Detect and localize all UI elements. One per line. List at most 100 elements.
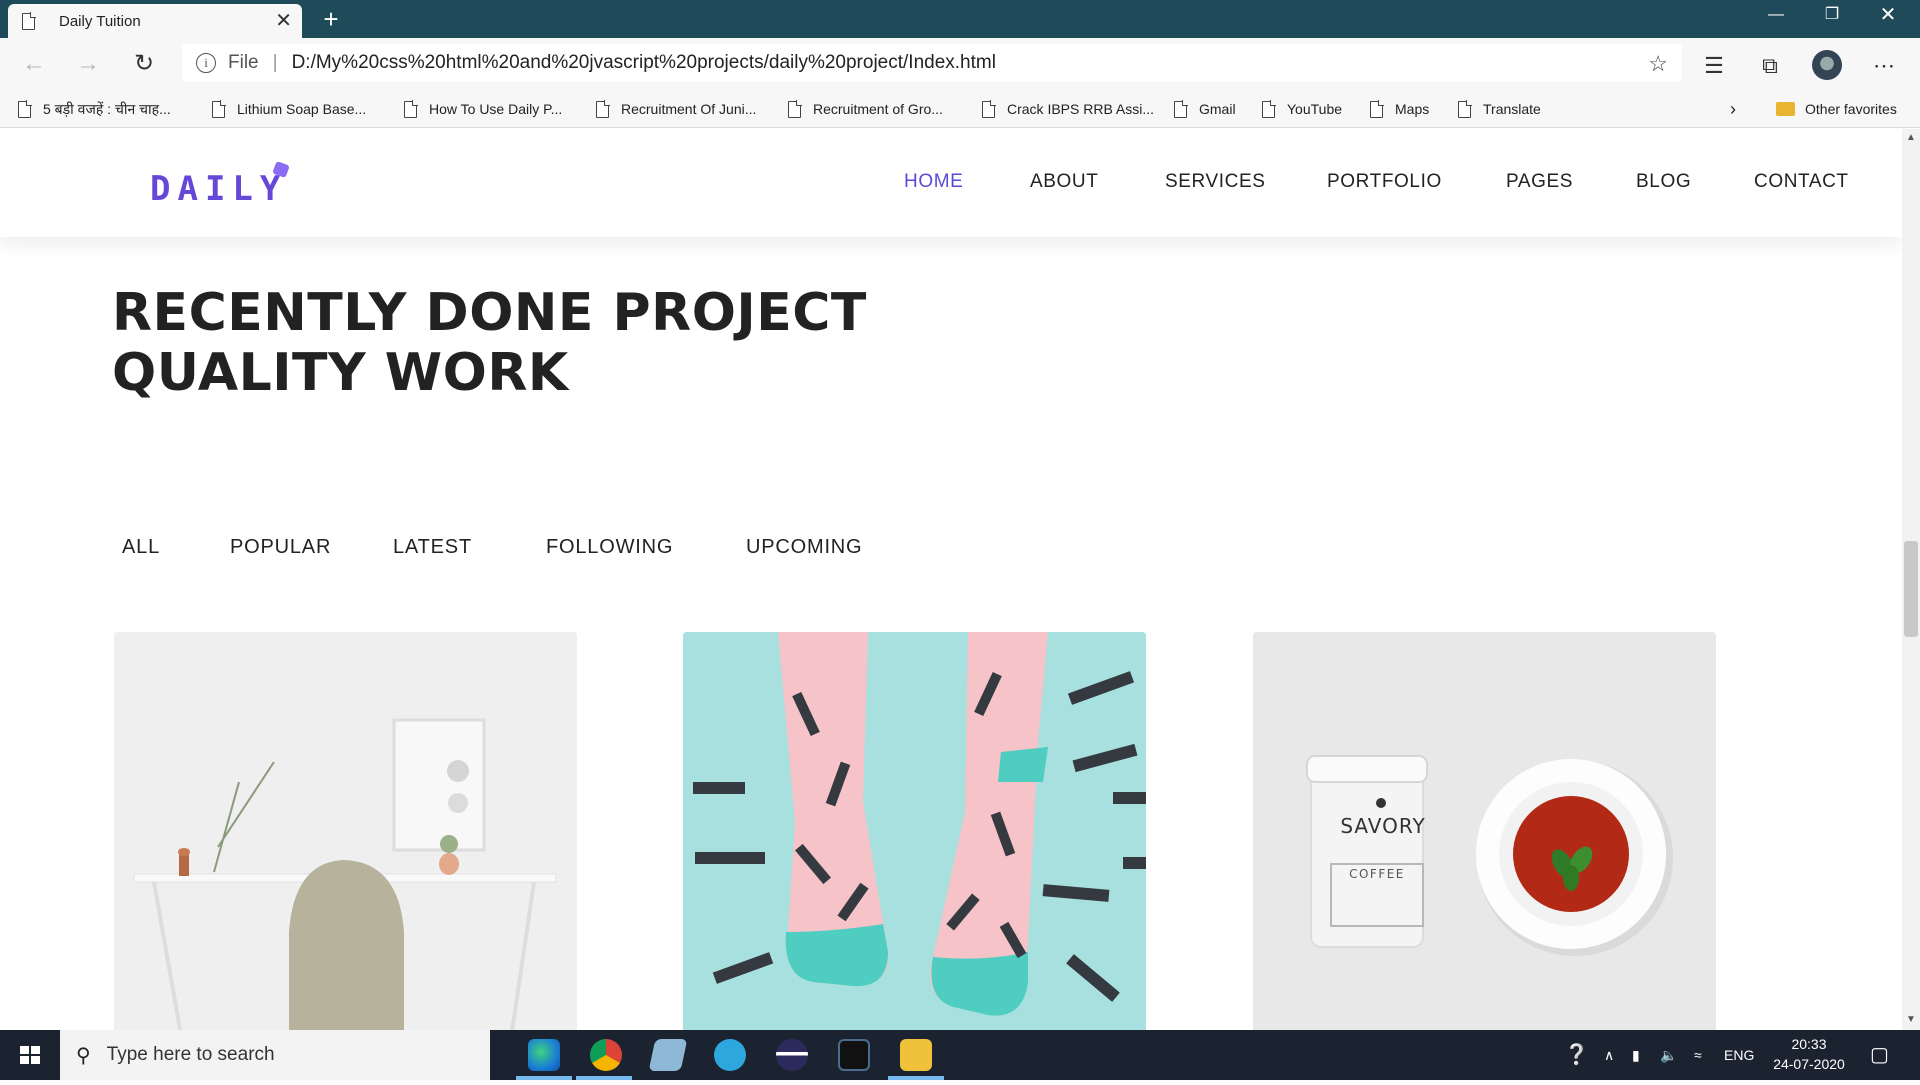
url-scheme: File bbox=[228, 52, 259, 73]
eclipse-icon[interactable] bbox=[776, 1039, 808, 1071]
favorites-list-icon[interactable]: ☰ bbox=[1700, 52, 1728, 80]
battery-icon[interactable]: ▮ bbox=[1632, 1030, 1640, 1080]
page-icon bbox=[1458, 99, 1472, 118]
bookmark-item[interactable]: Crack IBPS RRB Assi... bbox=[982, 90, 1154, 128]
browser-titlebar: Daily Tuition ✕ + — ❐ ✕ bbox=[0, 0, 1920, 38]
heading-line-1: RECENTLY DONE PROJECT bbox=[112, 283, 867, 343]
url-separator: | bbox=[272, 52, 278, 73]
bookmark-label: Gmail bbox=[1199, 101, 1236, 117]
bookmark-item[interactable]: Maps bbox=[1370, 90, 1429, 128]
card-label-text: COFFEE bbox=[1349, 867, 1405, 881]
url-text[interactable]: D:/My%20css%20html%20and%20jvascript%20p… bbox=[292, 52, 996, 74]
bookmark-item[interactable]: Lithium Soap Base... bbox=[212, 90, 366, 128]
active-app-indicator bbox=[576, 1076, 632, 1080]
bookmark-item[interactable]: YouTube bbox=[1262, 90, 1342, 128]
nav-about[interactable]: ABOUT bbox=[1030, 171, 1098, 193]
page-icon bbox=[596, 99, 610, 118]
portfolio-card-socks[interactable] bbox=[683, 632, 1146, 1030]
taskbar-search-box[interactable]: ⚲ Type here to search bbox=[60, 1030, 490, 1080]
page-icon bbox=[788, 99, 802, 118]
site-logo[interactable]: DAILY bbox=[150, 169, 287, 209]
tab-title: Daily Tuition bbox=[59, 12, 141, 30]
favorite-star-icon[interactable]: ☆ bbox=[1648, 51, 1668, 77]
nav-services[interactable]: SERVICES bbox=[1165, 171, 1266, 193]
bookmark-item[interactable]: Recruitment of Gro... bbox=[788, 90, 943, 128]
address-bar[interactable]: i File | D:/My%20css%20html%20and%20jvas… bbox=[182, 44, 1682, 82]
info-icon[interactable]: i bbox=[196, 53, 216, 73]
bookmark-item[interactable]: Translate bbox=[1458, 90, 1541, 128]
bookmark-label: YouTube bbox=[1287, 101, 1343, 117]
chevron-right-icon[interactable]: › bbox=[1730, 90, 1736, 128]
portfolio-card-desk[interactable] bbox=[114, 632, 577, 1030]
bookmark-item[interactable]: Recruitment Of Juni... bbox=[596, 90, 756, 128]
page-icon bbox=[22, 11, 36, 30]
telegram-icon[interactable] bbox=[714, 1039, 746, 1071]
page-scrollbar-thumb[interactable] bbox=[1904, 541, 1918, 637]
chevron-up-icon[interactable]: ∧ bbox=[1604, 1030, 1614, 1080]
section-heading: RECENTLY DONE PROJECT QUALITY WORK bbox=[112, 283, 867, 403]
help-icon[interactable]: ❔ bbox=[1564, 1030, 1589, 1080]
other-favorites-label: Other favorites bbox=[1805, 101, 1897, 117]
nav-home[interactable]: HOME bbox=[904, 171, 963, 193]
desk-chair-image bbox=[114, 632, 577, 1030]
clock-date: 24-07-2020 bbox=[1773, 1056, 1845, 1072]
nav-pages[interactable]: PAGES bbox=[1506, 171, 1573, 193]
back-arrow-icon[interactable]: ← bbox=[16, 46, 52, 82]
mysql-icon[interactable] bbox=[838, 1039, 870, 1071]
page-icon bbox=[1174, 99, 1188, 118]
windows-logo-icon bbox=[20, 1046, 40, 1064]
nav-contact[interactable]: CONTACT bbox=[1754, 171, 1849, 193]
bookmarks-bar: 5 बड़ी वजहें : चीन चाह... Lithium Soap B… bbox=[0, 90, 1920, 128]
bookmark-item[interactable]: Gmail bbox=[1174, 90, 1236, 128]
bookmark-label: Recruitment of Gro... bbox=[813, 101, 943, 117]
clock-time: 20:33 bbox=[1791, 1036, 1827, 1052]
browser-toolbar: ← → ↻ i File | D:/My%20css%20html%20and%… bbox=[0, 38, 1920, 90]
edge-browser-icon[interactable] bbox=[528, 1039, 560, 1071]
forward-arrow-icon[interactable]: → bbox=[70, 46, 106, 82]
page-icon bbox=[18, 99, 32, 118]
volume-icon[interactable]: 🔈 bbox=[1660, 1030, 1677, 1080]
site-header: DAILY HOME ABOUT SERVICES PORTFOLIO PAGE… bbox=[0, 129, 1902, 237]
scroll-up-arrow-icon[interactable]: ▲ bbox=[1904, 132, 1918, 146]
nav-portfolio[interactable]: PORTFOLIO bbox=[1327, 171, 1442, 193]
portfolio-card-coffee[interactable]: SAVORY COFFEE bbox=[1253, 632, 1716, 1030]
active-app-indicator bbox=[888, 1076, 944, 1080]
notepad-icon[interactable] bbox=[648, 1039, 688, 1071]
notifications-icon[interactable]: ▢ bbox=[1870, 1030, 1889, 1080]
filter-all[interactable]: ALL bbox=[122, 536, 160, 559]
browser-tab[interactable]: Daily Tuition ✕ bbox=[8, 4, 302, 38]
scroll-down-arrow-icon[interactable]: ▼ bbox=[1904, 1014, 1918, 1028]
bookmark-label: Lithium Soap Base... bbox=[237, 101, 367, 117]
collections-icon[interactable]: ⧉ bbox=[1756, 52, 1784, 80]
page-icon bbox=[404, 99, 418, 118]
bookmark-item[interactable]: How To Use Daily P... bbox=[404, 90, 562, 128]
new-tab-button[interactable]: + bbox=[316, 4, 346, 34]
close-window-icon[interactable]: ✕ bbox=[1860, 0, 1916, 32]
clock[interactable]: 20:33 24-07-2020 bbox=[1764, 1034, 1854, 1074]
filter-latest[interactable]: LATEST bbox=[393, 536, 472, 559]
bookmark-label: Crack IBPS RRB Assi... bbox=[1007, 101, 1155, 117]
folder-icon bbox=[1776, 102, 1795, 116]
minimize-icon[interactable]: — bbox=[1748, 0, 1804, 32]
reload-icon[interactable]: ↻ bbox=[126, 46, 162, 82]
file-explorer-icon[interactable] bbox=[900, 1039, 932, 1071]
restore-icon[interactable]: ❐ bbox=[1804, 0, 1860, 32]
page-viewport: DAILY HOME ABOUT SERVICES PORTFOLIO PAGE… bbox=[0, 129, 1902, 1030]
filter-upcoming[interactable]: UPCOMING bbox=[746, 536, 862, 559]
other-favorites[interactable]: Other favorites bbox=[1776, 90, 1897, 128]
bookmark-label: Recruitment Of Juni... bbox=[621, 101, 757, 117]
start-button[interactable] bbox=[0, 1030, 60, 1080]
more-menu-icon[interactable]: ⋯ bbox=[1870, 52, 1898, 80]
windows-taskbar: ⚲ Type here to search ❔ ∧ ▮ 🔈 ≈ ENG 20:3… bbox=[0, 1030, 1920, 1080]
card-brand-text: SAVORY bbox=[1340, 814, 1426, 838]
language-indicator[interactable]: ENG bbox=[1724, 1030, 1754, 1080]
bookmark-item[interactable]: 5 बड़ी वजहें : चीन चाह... bbox=[18, 90, 171, 128]
chrome-icon[interactable] bbox=[590, 1039, 622, 1071]
heading-line-2: QUALITY WORK bbox=[112, 343, 569, 403]
filter-popular[interactable]: POPULAR bbox=[230, 536, 331, 559]
filter-following[interactable]: FOLLOWING bbox=[546, 536, 673, 559]
wifi-icon[interactable]: ≈ bbox=[1694, 1030, 1702, 1080]
close-tab-icon[interactable]: ✕ bbox=[275, 11, 292, 31]
nav-blog[interactable]: BLOG bbox=[1636, 171, 1691, 193]
profile-avatar[interactable] bbox=[1812, 50, 1842, 80]
